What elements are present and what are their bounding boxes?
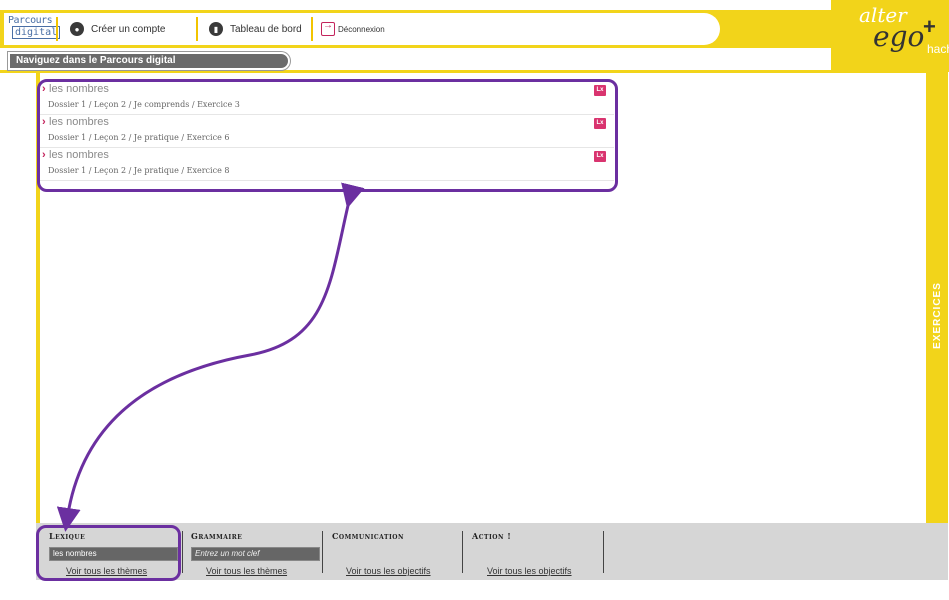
result-path: Dossier 1 / Leçon 2 / Je pratique / Exer…	[48, 133, 230, 142]
filter-bar: Lexique les nombres Voir tous les thèmes…	[36, 523, 948, 580]
lexique-badge-icon: Lx	[594, 151, 606, 162]
list-item[interactable]: › les nombres Dossier 1 / Leçon 2 / Je p…	[40, 115, 614, 148]
logout-icon	[321, 20, 335, 36]
chevron-right-icon: ›	[42, 83, 46, 95]
list-item[interactable]: › les nombres Dossier 1 / Leçon 2 / Je p…	[40, 148, 614, 181]
filter-divider	[603, 531, 604, 573]
section-title: Naviguez dans le Parcours digital	[8, 52, 290, 70]
filter-title: Communication	[332, 531, 404, 541]
create-account-link[interactable]: ● Créer un compte	[70, 21, 165, 37]
filter-title: Lexique	[49, 531, 86, 541]
logo-line-2: digital	[12, 26, 61, 39]
lexique-badge-icon: Lx	[594, 85, 606, 96]
create-account-label: Créer un compte	[91, 23, 166, 35]
parcours-digital-logo[interactable]: Parcours digital	[8, 15, 61, 43]
dashboard-link[interactable]: ▮ Tableau de bord	[209, 21, 302, 37]
lexique-search-input[interactable]: les nombres	[49, 547, 178, 561]
filter-grammaire: Grammaire Entrez un mot clef Voir tous l…	[191, 523, 326, 580]
result-path: Dossier 1 / Leçon 2 / Je comprends / Exe…	[48, 100, 240, 109]
view-all-themes-link[interactable]: Voir tous les thèmes	[66, 566, 147, 576]
brand-ego: ego	[873, 20, 925, 53]
filter-divider	[322, 531, 323, 573]
filter-divider	[182, 531, 183, 573]
filter-action: Action ! Voir tous les objectifs	[472, 523, 607, 580]
brand-plus: +	[923, 14, 936, 39]
list-item[interactable]: › les nombres Dossier 1 / Leçon 2 / Je c…	[40, 82, 614, 115]
alter-ego-logo: alter ego + hach	[831, 0, 949, 72]
filter-lexique: Lexique les nombres Voir tous les thèmes	[49, 523, 184, 580]
result-path: Dossier 1 / Leçon 2 / Je pratique / Exer…	[48, 166, 230, 175]
result-title: les nombres	[49, 83, 109, 95]
view-all-objectives-link[interactable]: Voir tous les objectifs	[487, 566, 572, 576]
filter-title: Action !	[472, 531, 512, 541]
view-all-themes-link[interactable]: Voir tous les thèmes	[206, 566, 287, 576]
grammaire-search-input[interactable]: Entrez un mot clef	[191, 547, 320, 561]
logo-line-1: Parcours	[8, 15, 53, 26]
logout-link[interactable]: Déconnexion	[321, 20, 385, 37]
page: Parcours digital ● Créer un compte ▮ Tab…	[0, 0, 949, 600]
dashboard-icon: ▮	[209, 22, 223, 36]
result-title: les nombres	[49, 116, 109, 128]
exercises-side-label: EXERCICES	[931, 281, 943, 349]
logout-label: Déconnexion	[338, 24, 385, 34]
filter-communication: Communication Voir tous les objectifs	[332, 523, 467, 580]
filter-title: Grammaire	[191, 531, 243, 541]
user-icon: ●	[70, 22, 84, 36]
filter-divider	[462, 531, 463, 573]
chevron-right-icon: ›	[42, 116, 46, 128]
chevron-right-icon: ›	[42, 149, 46, 161]
nav-divider	[311, 17, 313, 41]
section-divider	[0, 70, 831, 73]
top-nav: Parcours digital ● Créer un compte ▮ Tab…	[4, 13, 720, 45]
brand-hachette: hach	[927, 42, 949, 56]
nav-divider	[196, 17, 198, 41]
result-title: les nombres	[49, 149, 109, 161]
view-all-objectives-link[interactable]: Voir tous les objectifs	[346, 566, 431, 576]
lexique-badge-icon: Lx	[594, 118, 606, 129]
dashboard-label: Tableau de bord	[230, 23, 302, 35]
results-list: › les nombres Dossier 1 / Leçon 2 / Je c…	[40, 82, 614, 181]
nav-divider	[56, 17, 58, 41]
